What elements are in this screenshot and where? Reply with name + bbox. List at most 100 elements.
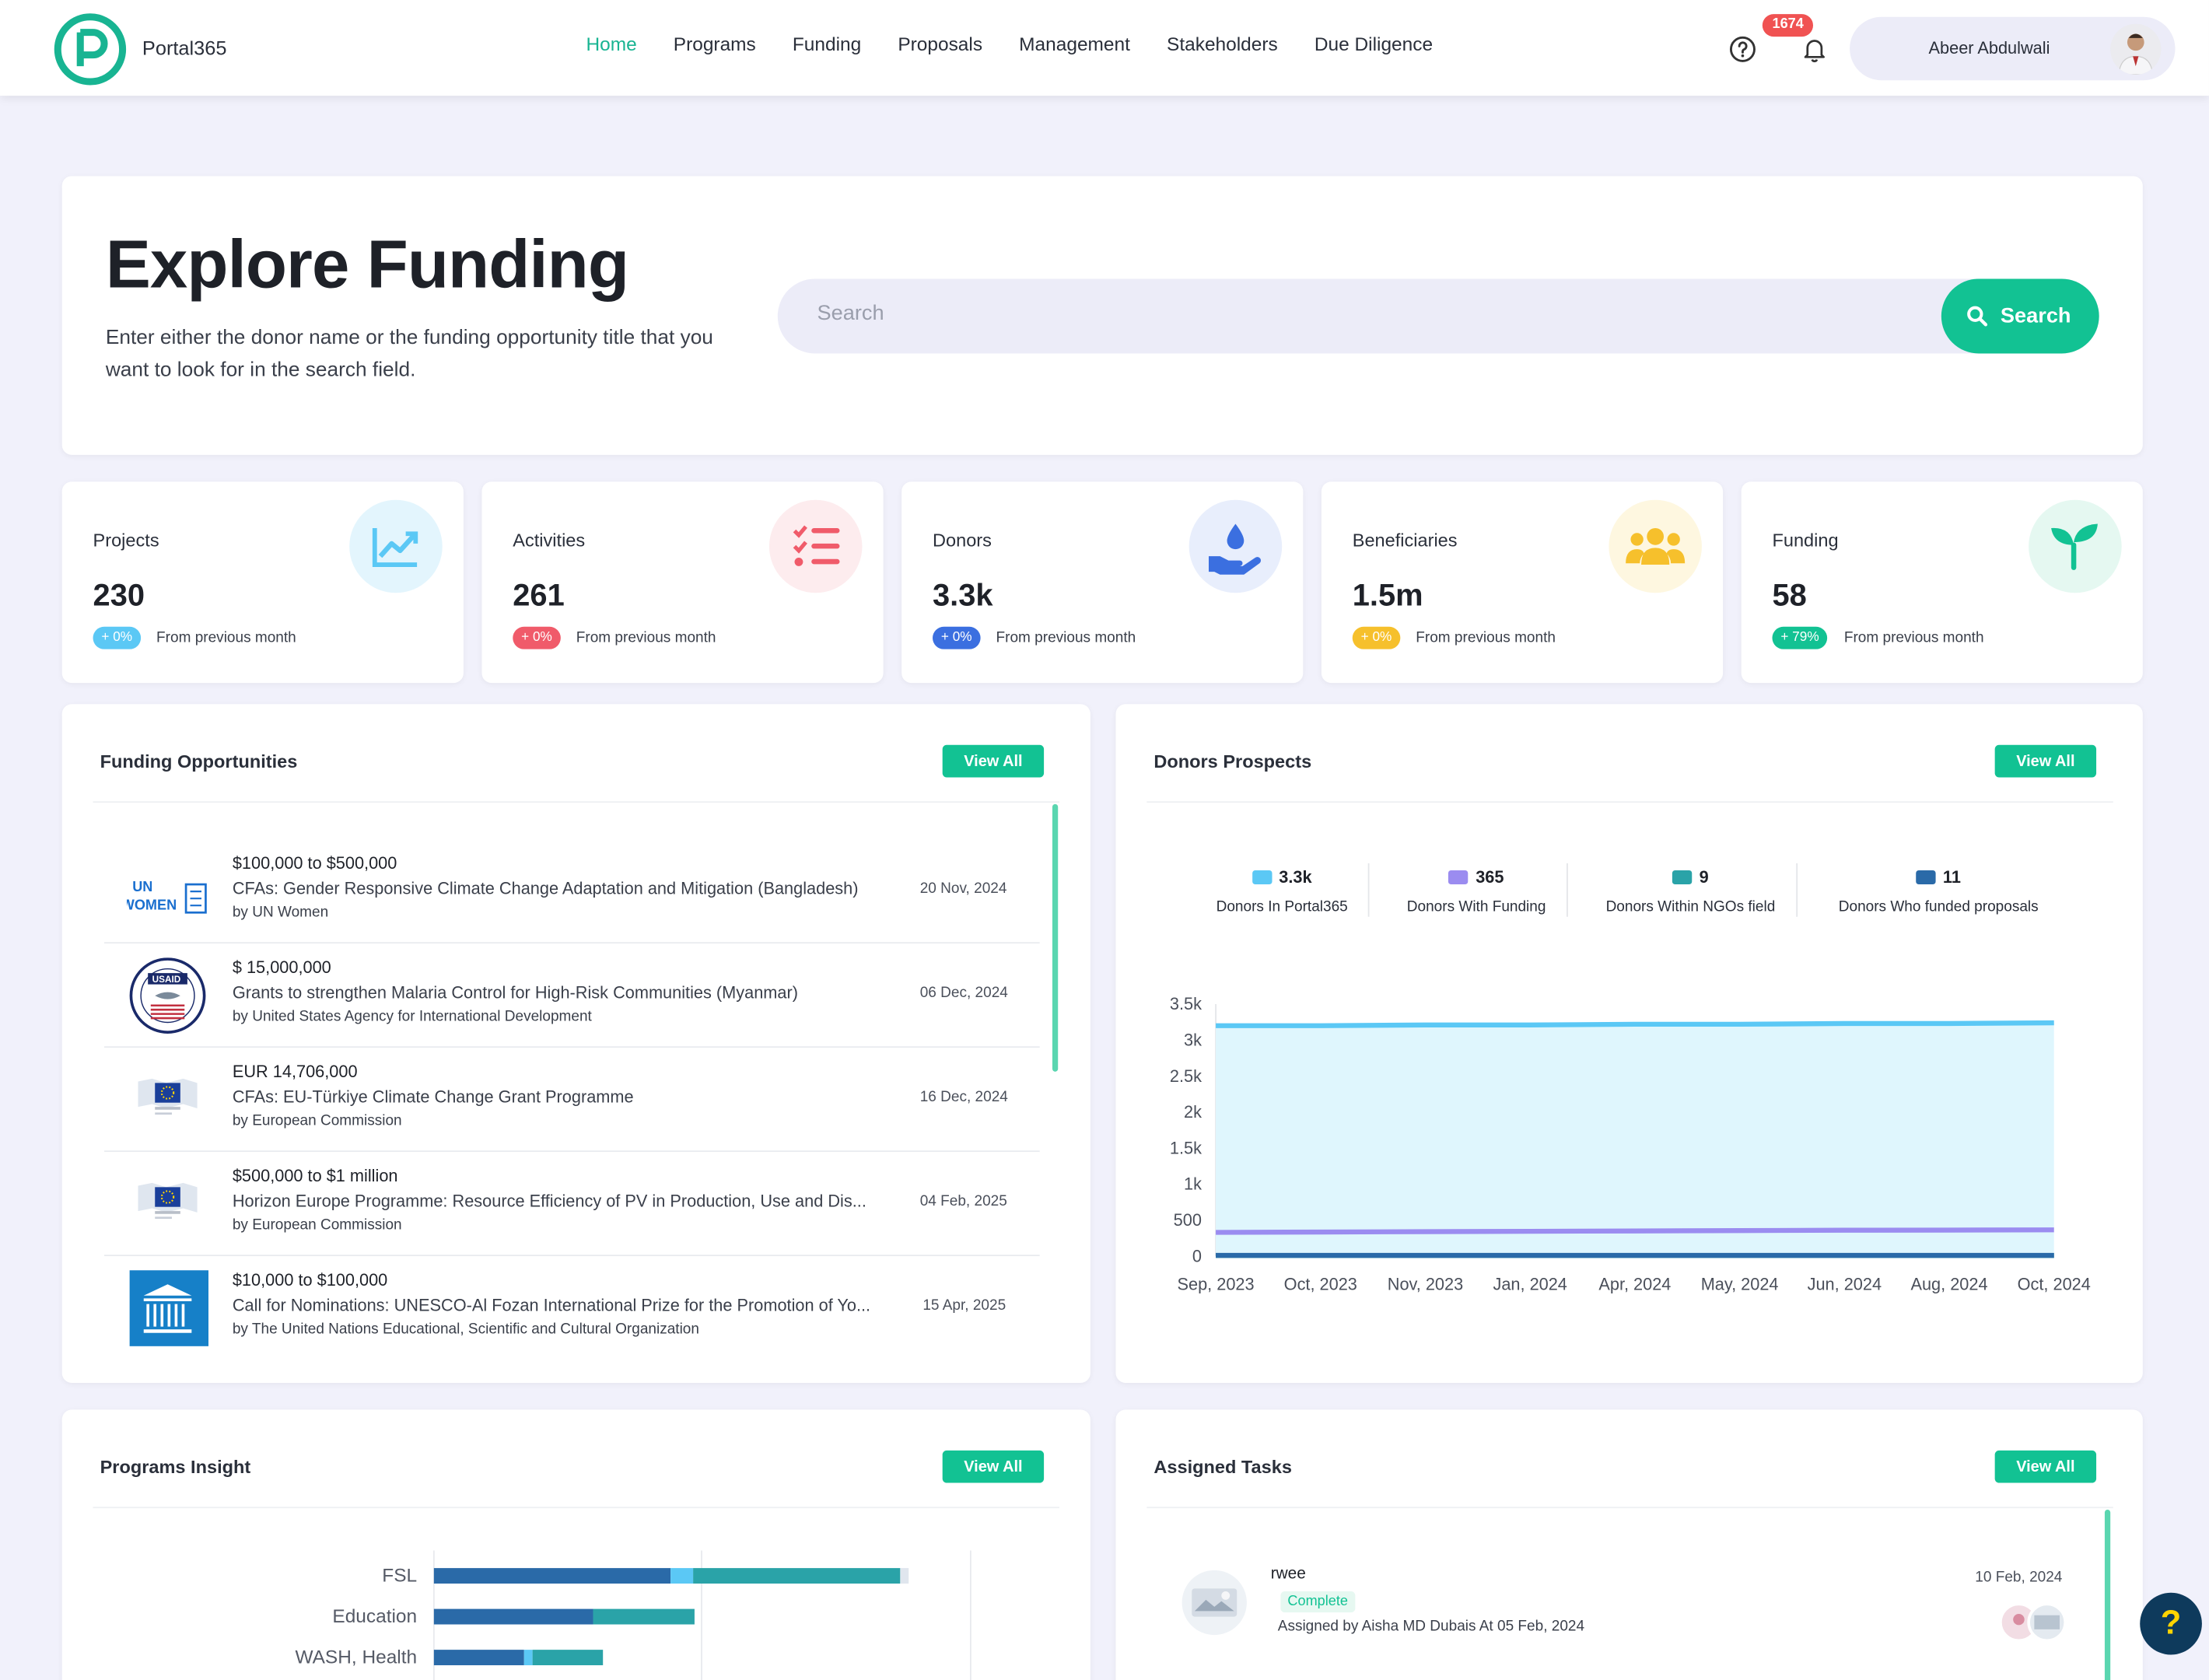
app-root: Portal365 Home Programs Funding Proposal… (0, 0, 2209, 1680)
series-line-1[interactable] (1216, 1023, 2054, 1026)
funding-opportunity-row[interactable]: USAID $ 15,000,000 Grants to strengthen … (104, 943, 1040, 1048)
x-tick-label: Sep, 2023 (1178, 1275, 1255, 1294)
y-tick-label: 2k (1184, 1102, 1202, 1122)
stat-card-funding[interactable]: Funding 58 + 79% From previous month (1742, 481, 2143, 683)
y-tick-label: 2.5k (1170, 1066, 1202, 1086)
stat-card-donors[interactable]: Donors 3.3k + 0% From previous month (901, 481, 1303, 683)
funding-deadline: 06 Dec, 2024 (920, 985, 1008, 1002)
stat-change-badge: + 0% (933, 627, 980, 649)
bell-icon[interactable] (1801, 35, 1829, 63)
scrollbar-thumb[interactable] (2105, 1510, 2110, 1680)
nav-due-diligence[interactable]: Due Diligence (1315, 33, 1433, 54)
task-assigned-info: Assigned by Aisha MD Dubais At 05 Feb, 2… (1278, 1618, 1584, 1635)
stat-change-caption: From previous month (1844, 629, 1984, 646)
stat-icon-circle (769, 500, 863, 593)
funding-opportunity-row[interactable]: $10,000 to $100,000 Call for Nominations… (104, 1256, 1040, 1360)
task-name[interactable]: rwee (1271, 1566, 1306, 1583)
x-tick-label: Nov, 2023 (1388, 1275, 1463, 1294)
nav-home[interactable]: Home (586, 33, 636, 54)
x-tick-label: Oct, 2023 (1284, 1275, 1357, 1294)
assigned-tasks-panel: Assigned Tasks View All rwee Complete As… (1115, 1409, 2142, 1680)
stat-label: Funding (1772, 530, 1838, 551)
user-menu[interactable]: Abeer Abdulwali (1850, 17, 2175, 80)
user-name: Abeer Abdulwali (1929, 38, 2050, 58)
y-tick-label: 1.5k (1170, 1138, 1202, 1157)
search-icon (1966, 306, 1987, 327)
stat-value: 261 (513, 577, 565, 614)
usaid-logo: USAID (127, 957, 208, 1034)
x-tick-label: Apr, 2024 (1598, 1275, 1671, 1294)
programs-insight-panel: Programs Insight View All FSLEducationWA… (62, 1409, 1090, 1680)
view-all-funding-button[interactable]: View All (943, 745, 1044, 778)
stat-card-beneficiaries[interactable]: Beneficiaries 1.5m + 0% From previous mo… (1322, 481, 1723, 683)
bar-segment[interactable] (693, 1568, 900, 1584)
search-button[interactable]: Search (1941, 278, 2099, 353)
stat-change-caption: From previous month (1416, 629, 1556, 646)
funding-title[interactable]: CFAs: EU-Türkiye Climate Change Grant Pr… (233, 1087, 898, 1107)
bar-segment[interactable] (434, 1609, 593, 1625)
funding-title[interactable]: Call for Nominations: UNESCO-Al Fozan In… (233, 1296, 898, 1315)
scrollbar-thumb[interactable] (1052, 804, 1058, 1072)
nav-management[interactable]: Management (1019, 33, 1130, 54)
task-list-icon (769, 500, 863, 593)
programs-bar-chart: FSLEducationWASH, Health (62, 1409, 1090, 1680)
stat-card-projects[interactable]: Projects 230 + 0% From previous month (62, 481, 464, 683)
bar-segment[interactable] (670, 1568, 693, 1584)
notification-count-badge: 1674 (1763, 14, 1814, 37)
search-bar: Search (778, 278, 2099, 353)
funding-deadline: 20 Nov, 2024 (920, 880, 1007, 898)
stat-value: 1.5m (1353, 577, 1423, 614)
funding-amount: $ 15,000,000 (233, 957, 331, 977)
funding-opportunity-row[interactable]: $500,000 to $1 million Horizon Europe Pr… (104, 1152, 1040, 1256)
search-input[interactable] (817, 301, 1916, 325)
funding-opportunity-row[interactable]: UN WOMEN $100,000 to $500,000 CFAs: Gend… (104, 839, 1040, 943)
nav-programs[interactable]: Programs (674, 33, 756, 54)
bar-segment[interactable] (524, 1650, 533, 1665)
nav-proposals[interactable]: Proposals (898, 33, 982, 54)
funding-title[interactable]: CFAs: Gender Responsive Climate Change A… (233, 879, 898, 898)
category-label: FSL (382, 1565, 417, 1586)
funding-title[interactable]: Grants to strengthen Malaria Control for… (233, 983, 898, 1003)
stat-label: Beneficiaries (1353, 530, 1458, 551)
funding-title[interactable]: Horizon Europe Programme: Resource Effic… (233, 1192, 898, 1211)
task-assignee-avatars (1999, 1602, 2072, 1642)
task-row[interactable]: rwee Complete Assigned by Aisha MD Dubai… (1115, 1409, 2102, 1680)
stat-value: 230 (93, 577, 145, 614)
stat-change-caption: From previous month (156, 629, 296, 646)
trend-chart-icon (349, 500, 443, 593)
stat-icon-circle (2029, 500, 2122, 593)
donation-hand-icon (1189, 500, 1283, 593)
stat-card-activities[interactable]: Activities 261 + 0% From previous month (481, 481, 883, 683)
user-avatar[interactable] (2110, 24, 2161, 75)
help-chat-button[interactable]: ? (2140, 1593, 2202, 1655)
funding-opportunity-row[interactable]: EUR 14,706,000 CFAs: EU-Türkiye Climate … (104, 1048, 1040, 1152)
x-tick-label: Aug, 2024 (1910, 1275, 1987, 1294)
portal365-logo-icon[interactable] (54, 12, 127, 86)
bar-segment[interactable] (900, 1568, 908, 1584)
page-description: Enter either the donor name or the fundi… (106, 323, 740, 387)
stat-change-badge: + 79% (1772, 627, 1827, 649)
bar-segment[interactable] (593, 1609, 695, 1625)
funding-deadline: 15 Apr, 2025 (922, 1297, 1006, 1314)
donors-area-chart: 05001k1.5k2k2.5k3k3.5kSep, 2023Oct, 2023… (1115, 704, 2142, 1383)
stat-change-badge: + 0% (1353, 627, 1400, 649)
series-line-2[interactable] (1216, 1230, 2054, 1232)
stat-change-badge: + 0% (513, 627, 560, 649)
funding-opportunities-panel: Funding Opportunities View All UN WOMEN … (62, 704, 1090, 1383)
svg-text:UN: UN (132, 879, 152, 894)
funding-amount: EUR 14,706,000 (233, 1062, 358, 1081)
funding-donor: by European Commission (233, 1216, 402, 1234)
y-tick-label: 500 (1174, 1210, 1202, 1230)
x-tick-label: May, 2024 (1701, 1275, 1779, 1294)
funding-donor: by UN Women (233, 904, 328, 921)
european-commission-logo (127, 1166, 208, 1242)
x-tick-label: Jan, 2024 (1493, 1275, 1567, 1294)
nav-stakeholders[interactable]: Stakeholders (1167, 33, 1278, 54)
stat-icon-circle (1189, 500, 1283, 593)
help-icon[interactable] (1728, 35, 1756, 63)
bar-segment[interactable] (434, 1650, 524, 1665)
bar-segment[interactable] (434, 1568, 670, 1584)
bar-segment[interactable] (533, 1650, 604, 1665)
funding-amount: $100,000 to $500,000 (233, 853, 397, 873)
nav-funding[interactable]: Funding (793, 33, 861, 54)
